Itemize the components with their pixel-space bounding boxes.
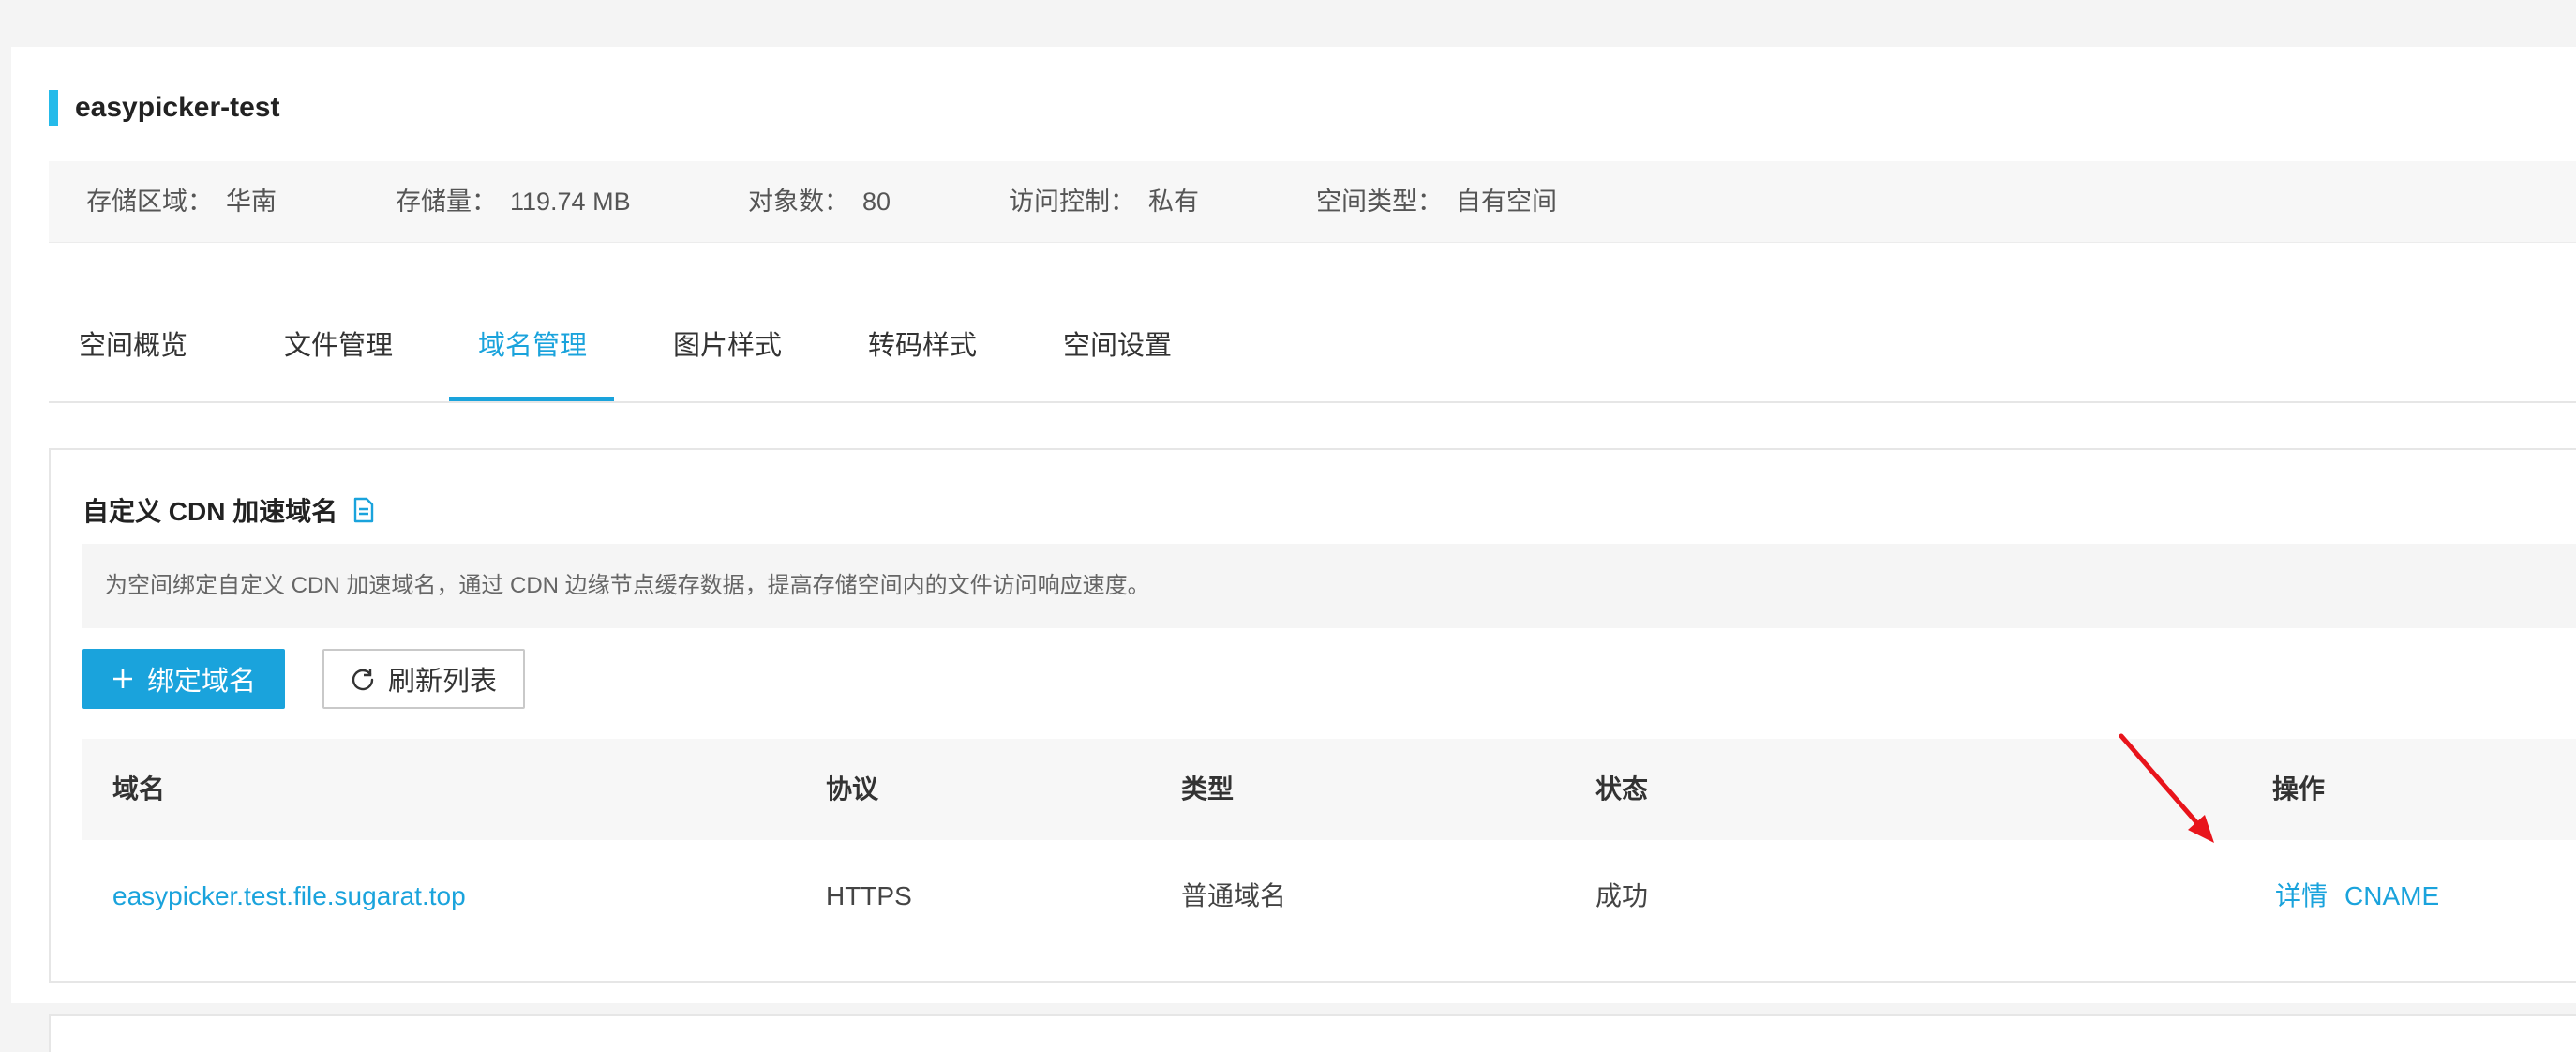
bucket-page: easypicker-test 存储区域： 华南 存储量： 119.74 MB 对象… <box>11 47 2576 1052</box>
col-status: 状态 <box>1595 774 1649 804</box>
bucket-title: easypicker-test <box>49 89 279 127</box>
type-cell: 普通域名 <box>1181 881 1287 910</box>
refresh-icon <box>351 667 375 691</box>
bucket-name: easypicker-test <box>75 92 280 123</box>
next-panel-edge <box>49 1014 2576 1052</box>
info-access-control: 访问控制： 私有 <box>1009 161 1199 242</box>
info-label: 访问控制： <box>1009 188 1135 216</box>
col-protocol: 协议 <box>826 774 879 804</box>
cdn-title-text: 自定义 CDN 加速域名 <box>82 497 338 526</box>
info-value: 119.74 MB <box>510 188 631 216</box>
info-value: 80 <box>862 188 891 216</box>
tab-image-styles[interactable]: 图片样式 <box>673 291 782 401</box>
actions-cell: 详情 CNAME <box>2275 840 2456 953</box>
info-space-type: 空间类型： 自有空间 <box>1316 161 1557 242</box>
details-link[interactable]: 详情 <box>2275 881 2328 910</box>
cname-link[interactable]: CNAME <box>2344 881 2439 910</box>
annotation-arrow <box>2119 733 2214 843</box>
info-label: 对象数： <box>748 188 849 216</box>
col-type: 类型 <box>1181 774 1235 804</box>
bind-domain-button[interactable]: 绑定域名 <box>82 649 285 709</box>
tab-overview[interactable]: 空间概览 <box>79 291 187 401</box>
status-cell: 成功 <box>1595 881 1649 910</box>
info-storage: 存储量： 119.74 MB <box>396 161 631 242</box>
info-object-count: 对象数： 80 <box>748 161 891 242</box>
active-tab-indicator <box>449 397 614 401</box>
bucket-info-bar: 存储区域： 华南 存储量： 119.74 MB 对象数： 80 访问控制： 私有 空间类… <box>49 161 2576 243</box>
bucket-tabs: 空间概览 文件管理 域名管理 图片样式 转码样式 空间设置 <box>49 291 2576 403</box>
info-label: 存储区域： <box>86 188 213 216</box>
col-domain: 域名 <box>112 774 166 804</box>
domain-link[interactable]: easypicker.test.file.sugarat.top <box>112 840 466 953</box>
cdn-panel-title: 自定义 CDN 加速域名 <box>82 491 375 529</box>
bind-domain-label: 绑定域名 <box>146 667 256 697</box>
cdn-tip: 为空间绑定自定义 CDN 加速域名，通过 CDN 边缘节点缓存数据，提高存储空间… <box>82 544 2576 628</box>
info-label: 空间类型： <box>1316 188 1443 216</box>
col-actions: 操作 <box>2272 774 2326 804</box>
info-label: 存储量： <box>396 188 497 216</box>
cdn-domain-panel: 自定义 CDN 加速域名 为空间绑定自定义 CDN 加速域名，通过 CDN 边缘… <box>49 448 2576 983</box>
doc-icon[interactable] <box>352 497 375 523</box>
title-accent-bar <box>49 90 58 126</box>
info-value: 华南 <box>226 188 277 216</box>
refresh-list-button[interactable]: 刷新列表 <box>322 649 525 709</box>
tab-domain-management[interactable]: 域名管理 <box>478 291 587 401</box>
protocol-cell: HTTPS <box>826 881 912 910</box>
info-value: 自有空间 <box>1456 188 1557 216</box>
tab-transcode-styles[interactable]: 转码样式 <box>868 291 977 401</box>
tab-file-management[interactable]: 文件管理 <box>284 291 393 401</box>
info-value: 私有 <box>1148 188 1199 216</box>
tab-space-settings[interactable]: 空间设置 <box>1063 291 1172 401</box>
refresh-list-label: 刷新列表 <box>387 667 497 697</box>
plus-icon <box>112 668 134 690</box>
info-region: 存储区域： 华南 <box>86 161 277 242</box>
